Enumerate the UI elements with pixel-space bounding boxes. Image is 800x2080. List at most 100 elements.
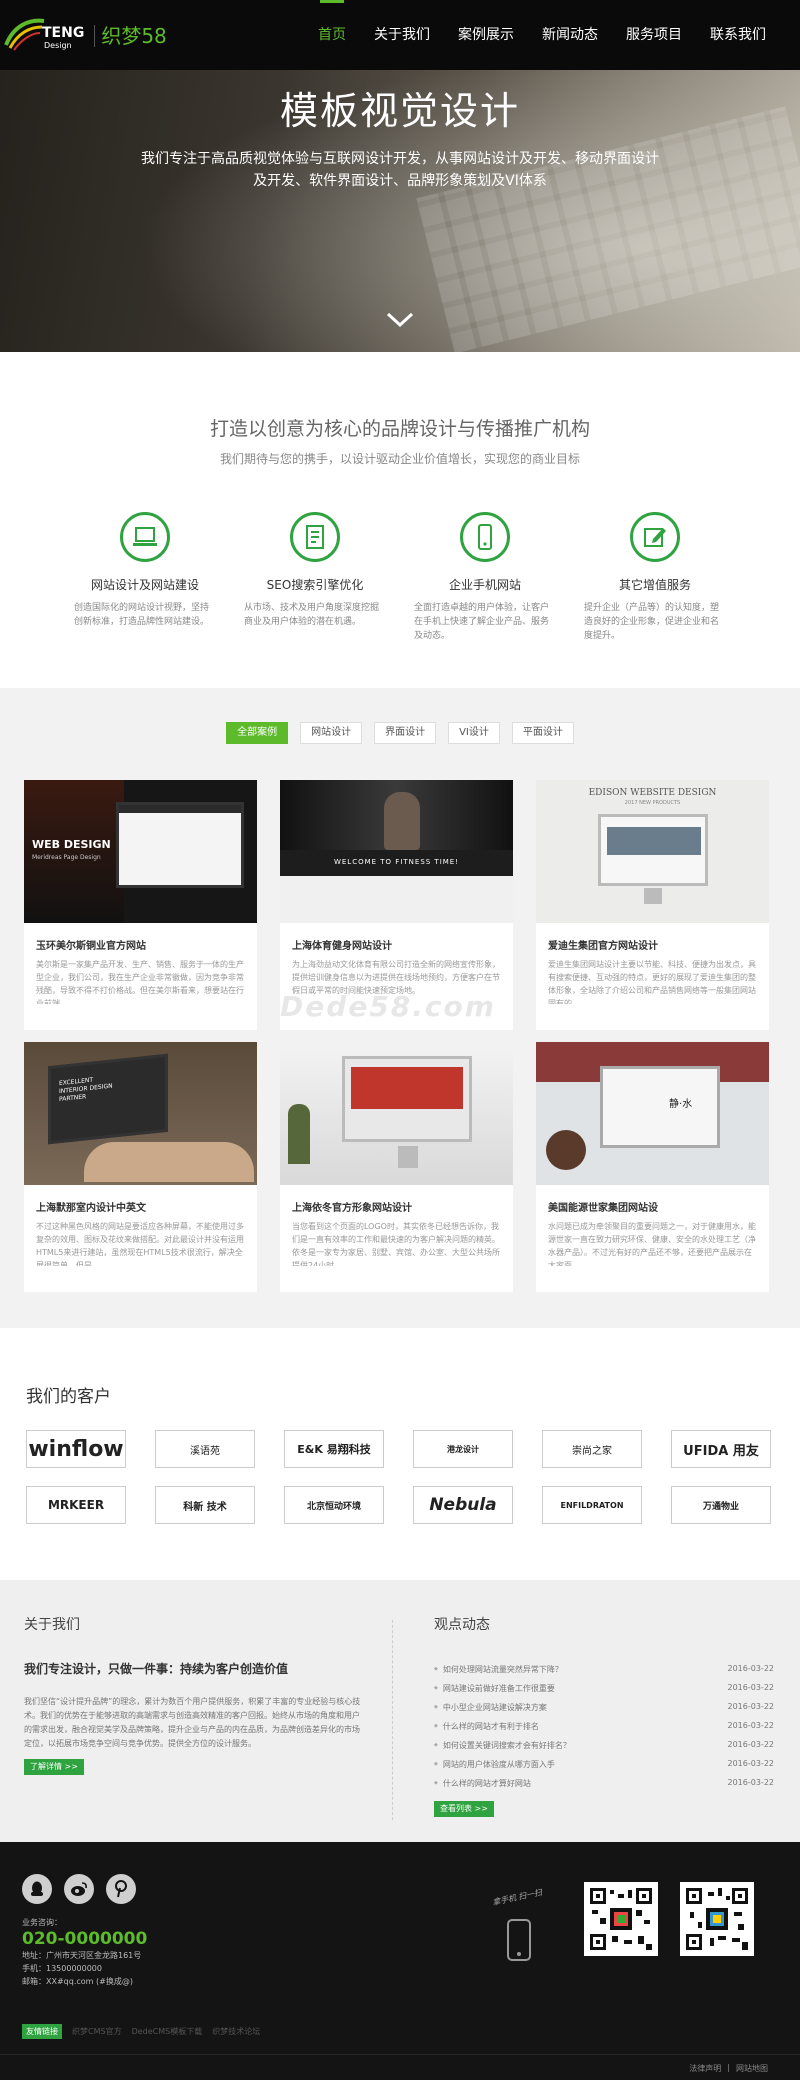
address: 地址：广州市天河区金龙路161号 xyxy=(22,1951,142,1960)
client-logo[interactable]: 北京恒动环境 xyxy=(284,1486,384,1524)
logo-teng: TENG xyxy=(42,24,85,41)
news-item[interactable]: 网站的用户体验度从哪方面入手2016-03-22 xyxy=(434,1755,774,1774)
chevron-down-icon[interactable] xyxy=(384,310,416,330)
service-title: 企业手机网站 xyxy=(448,578,521,592)
client-logo[interactable]: 溪语苑 xyxy=(155,1430,255,1468)
service-desc: 创造国际化的网站设计视野，坚持创新标准，打造品牌性网站建设。 xyxy=(74,603,210,627)
pinterest-icon[interactable] xyxy=(106,1874,136,1904)
nav-item-cases[interactable]: 案例展示 xyxy=(444,0,528,70)
imac-stand xyxy=(398,1146,418,1168)
client-logo[interactable]: Nebula xyxy=(413,1486,513,1524)
service-web-design[interactable]: 网站设计及网站建设 创造国际化的网站设计视野，坚持创新标准，打造品牌性网站建设。 xyxy=(70,512,220,632)
intro-subtitle: 我们期待与您的携手，以设计驱动企业价值增长，实现您的商业目标 xyxy=(219,452,580,466)
link-separator: | xyxy=(727,2063,730,2072)
document-icon xyxy=(290,512,340,562)
case-title: 美国能源世家集团网站设 xyxy=(548,1203,658,1214)
news-item[interactable]: 什么样的网站才有利于排名2016-03-22 xyxy=(434,1717,774,1736)
thumb-overlay-text: EXCELLENT INTERIOR DESIGN PARTNER xyxy=(59,1076,113,1104)
service-desc: 全面打造卓越的用户体验，让客户在手机上快速了解企业产品、服务及动态。 xyxy=(414,603,550,641)
client-logo[interactable]: MRKEER xyxy=(26,1486,126,1524)
case-card[interactable]: EXCELLENT INTERIOR DESIGN PARTNER 上海默那室内… xyxy=(24,1042,257,1292)
news-item[interactable]: 中小型企业网站建设解决方案2016-03-22 xyxy=(434,1698,774,1717)
site-footer: 业务咨询： 020-0000000 地址：广州市天河区金龙路161号 手机：13… xyxy=(0,1842,800,2080)
case-thumbnail xyxy=(280,1042,513,1185)
consult-label: 业务咨询： xyxy=(22,1918,62,1927)
logo-swoosh-icon xyxy=(4,18,45,51)
screen-banner xyxy=(351,1067,463,1109)
sitemap-link[interactable]: 网站地图 xyxy=(736,2063,768,2074)
thumb-overlay-sub: Meridreas Page Design xyxy=(32,854,101,861)
case-card[interactable]: EDISON WEBSITE DESIGN 2017 NEW PRODUCTS … xyxy=(536,780,769,1030)
case-thumbnail: WEB DESIGN Meridreas Page Design xyxy=(24,780,257,923)
watermark: Dede58.com xyxy=(280,990,496,1023)
about-more-button[interactable]: 了解详情 >> xyxy=(24,1759,84,1775)
client-logo[interactable]: 万通物业 xyxy=(671,1486,771,1524)
hero-subtitle: 我们专注于高品质视觉体验与互联网设计开发，从事网站设计及开发、移动界面设计及开发… xyxy=(141,151,659,189)
case-filters: 全部案例 网站设计 界面设计 VI设计 平面设计 xyxy=(0,722,800,744)
case-thumbnail: EXCELLENT INTERIOR DESIGN PARTNER xyxy=(24,1042,257,1185)
service-mobile[interactable]: 企业手机网站 全面打造卓越的用户体验，让客户在手机上快速了解企业产品、服务及动态… xyxy=(410,512,560,641)
service-title: 其它增值服务 xyxy=(618,578,691,592)
client-logo[interactable]: ENFILDRATON xyxy=(542,1486,642,1524)
laptop-icon xyxy=(120,512,170,562)
friend-link[interactable]: 织梦技术论坛 xyxy=(212,2026,260,2037)
filter-all[interactable]: 全部案例 xyxy=(226,722,289,744)
client-logo[interactable]: 港龙设计 xyxy=(413,1430,513,1468)
social-icons xyxy=(22,1874,136,1904)
bottom-links: 法律声明 | 网站地图 xyxy=(689,2063,768,2074)
hero-title: 模板视觉设计 xyxy=(279,89,520,133)
filter-vi[interactable]: VI设计 xyxy=(448,722,500,744)
service-seo[interactable]: SEO搜索引擎优化 从市场、技术及用户角度深度挖掘商业及用户体验的潜在机遇。 xyxy=(240,512,390,632)
news-item[interactable]: 网站建设前做好准备工作很重要2016-03-22 xyxy=(434,1679,774,1698)
friend-links-tag: 友情链接 xyxy=(22,2024,62,2039)
qq-icon[interactable] xyxy=(22,1874,52,1904)
nav-item-home[interactable]: 首页 xyxy=(304,0,360,70)
thumb-hands xyxy=(84,1142,254,1182)
site-header: TENG Design 织梦58 首页 关于我们 案例展示 新闻动态 服务项目 … xyxy=(0,0,800,70)
client-logo[interactable]: 科新 技术 xyxy=(155,1486,255,1524)
info-section: 关于我们 我们专注设计，只做一件事：持续为客户创造价值 我们坚信“设计提升品牌”… xyxy=(0,1580,800,1842)
news-item[interactable]: 如何处理网站流量突然异常下降？2016-03-22 xyxy=(434,1660,774,1679)
laptop-screen xyxy=(116,802,244,888)
service-desc: 提升企业（产品等）的认知度，塑造良好的企业形象，促进企业和名度提升。 xyxy=(584,603,720,641)
case-card[interactable]: WEB DESIGN Meridreas Page Design 玉环美尔斯铜业… xyxy=(24,780,257,1030)
service-title: 网站设计及网站建设 xyxy=(90,578,199,592)
thumb-overlay-text: EDISON WEBSITE DESIGN xyxy=(588,788,717,798)
nav-item-about[interactable]: 关于我们 xyxy=(360,0,444,70)
service-title: SEO搜索引擎优化 xyxy=(266,578,364,592)
client-logo[interactable]: 崇尚之家 xyxy=(542,1430,642,1468)
site-logo[interactable]: TENG Design 织梦58 xyxy=(4,12,194,60)
footer-bottom-bar: 法律声明 | 网站地图 xyxy=(0,2054,800,2080)
nav-item-contact[interactable]: 联系我们 xyxy=(696,0,780,70)
service-desc: 从市场、技术及用户角度深度挖掘商业及用户体验的潜在机遇。 xyxy=(244,603,380,627)
friend-link[interactable]: DedeCMS模板下载 xyxy=(132,2026,203,2037)
screen-image xyxy=(607,827,701,855)
friend-link[interactable]: 织梦CMS官方 xyxy=(72,2026,122,2037)
nav-item-news[interactable]: 新闻动态 xyxy=(528,0,612,70)
case-desc: 水问题已成为牵领聚目的重要问题之一，对于健康用水，能源世家一直在致力研究环保、健… xyxy=(548,1222,756,1266)
news-more-button[interactable]: 查看列表 >> xyxy=(434,1801,494,1817)
case-card[interactable]: 静·水 美国能源世家集团网站设 水问题已成为牵领聚目的重要问题之一，对于健康用水… xyxy=(536,1042,769,1292)
weibo-icon[interactable] xyxy=(64,1874,94,1904)
case-desc: 爱迪生集团网站设计主要以节能、科技、便捷为出发点，具有搜索便捷、互动强的特点，更… xyxy=(548,960,756,1004)
client-logo[interactable]: E&K 易翔科技 xyxy=(284,1430,384,1468)
case-thumbnail: EDISON WEBSITE DESIGN 2017 NEW PRODUCTS xyxy=(536,780,769,923)
filter-ui[interactable]: 界面设计 xyxy=(374,722,437,744)
about-block: 关于我们 我们专注设计，只做一件事：持续为客户创造价值 我们坚信“设计提升品牌”… xyxy=(24,1614,364,1775)
logo-name-cn: 织梦58 xyxy=(94,25,167,47)
case-grid: WEB DESIGN Meridreas Page Design 玉环美尔斯铜业… xyxy=(24,780,770,1292)
imac-screen xyxy=(598,814,708,886)
nav-item-services[interactable]: 服务项目 xyxy=(612,0,696,70)
client-logo[interactable]: winflow xyxy=(26,1430,126,1468)
legal-link[interactable]: 法律声明 xyxy=(689,2063,721,2074)
logo-mark xyxy=(4,15,45,57)
service-value-added[interactable]: 其它增值服务 提升企业（产品等）的认知度，塑造良好的企业形象，促进企业和名度提升… xyxy=(580,512,730,641)
client-logo[interactable]: UFIDA 用友 xyxy=(671,1430,771,1468)
thumb-figure xyxy=(384,792,420,850)
case-card[interactable]: 上海依冬官方形象网站设计 当您看到这个页面的LOGO时，其实依冬已经想告诉你，我… xyxy=(280,1042,513,1292)
news-item[interactable]: 什么样的网站才算好网站2016-03-22 xyxy=(434,1774,774,1793)
thumb-teapot xyxy=(546,1130,586,1170)
filter-web[interactable]: 网站设计 xyxy=(300,722,363,744)
filter-print[interactable]: 平面设计 xyxy=(511,722,574,744)
news-item[interactable]: 如何设置关键词搜索才会有好排名？2016-03-22 xyxy=(434,1736,774,1755)
